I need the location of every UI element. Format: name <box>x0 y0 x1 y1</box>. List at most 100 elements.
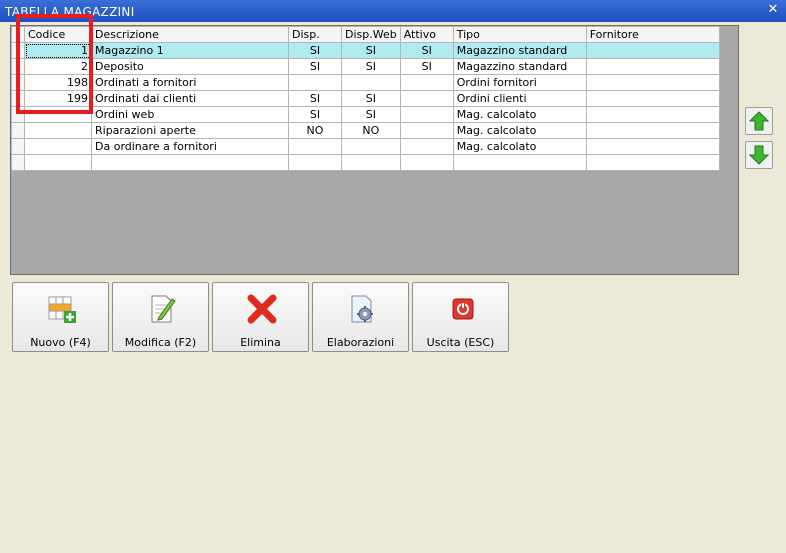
arrow-down-icon <box>749 145 769 165</box>
cell-fornitore[interactable] <box>585 74 720 91</box>
table-row-new[interactable] <box>11 154 720 171</box>
cell-disp-web[interactable]: SI <box>341 106 401 123</box>
cell-codice[interactable] <box>24 122 92 139</box>
cell-attivo[interactable] <box>399 122 454 139</box>
cell-attivo[interactable] <box>399 138 454 155</box>
delete-button-label: Elimina <box>240 336 281 349</box>
cell-fornitore[interactable] <box>585 90 720 107</box>
move-down-button[interactable] <box>745 141 773 169</box>
cell-disp[interactable] <box>288 74 342 91</box>
cell-attivo[interactable]: SI <box>399 42 454 59</box>
cell-fornitore[interactable] <box>585 154 720 171</box>
cell-tipo[interactable]: Magazzino standard <box>452 42 587 59</box>
cell-tipo[interactable]: Ordini clienti <box>452 90 587 107</box>
row-indicator[interactable] <box>11 154 25 171</box>
cell-disp-web[interactable]: SI <box>341 58 401 75</box>
cell-disp[interactable]: SI <box>288 90 342 107</box>
row-indicator[interactable] <box>11 106 25 123</box>
cell-disp-web[interactable] <box>341 138 401 155</box>
edit-button-label: Modifica (F2) <box>124 336 197 349</box>
edit-button[interactable]: Modifica (F2) <box>112 282 209 352</box>
table-row[interactable]: 199 Ordinati dai clienti SI SI Ordini cl… <box>11 90 720 107</box>
cell-descrizione[interactable]: Deposito <box>91 58 289 75</box>
edit-document-icon <box>151 295 176 323</box>
cell-disp-web[interactable]: SI <box>341 42 401 59</box>
new-button[interactable]: Nuovo (F4) <box>12 282 109 352</box>
table-row[interactable]: Da ordinare a fornitori Mag. calcolato <box>11 138 720 155</box>
window-title: TABELLA MAGAZZINI <box>5 5 135 19</box>
table-row[interactable]: Ordini web SI SI Mag. calcolato <box>11 106 720 123</box>
warehouse-grid-area: Codice Descrizione Disp. Disp.Web Attivo… <box>10 25 739 275</box>
cell-codice[interactable] <box>24 154 92 171</box>
table-row[interactable]: 1 Magazzino 1 SI SI SI Magazzino standar… <box>11 42 720 59</box>
cell-disp-web[interactable] <box>341 154 401 171</box>
cell-attivo[interactable] <box>399 106 454 123</box>
close-icon[interactable]: ✕ <box>766 3 780 17</box>
column-header-codice[interactable]: Codice <box>24 26 92 43</box>
row-indicator[interactable] <box>11 42 25 59</box>
process-button-label: Elaborazioni <box>326 336 395 349</box>
delete-x-icon <box>247 294 277 324</box>
column-header-disp-web[interactable]: Disp.Web <box>341 26 401 43</box>
cell-descrizione[interactable]: Riparazioni aperte <box>91 122 289 139</box>
cell-disp[interactable]: SI <box>288 42 342 59</box>
column-header-tipo[interactable]: Tipo <box>452 26 587 43</box>
row-indicator[interactable] <box>11 58 25 75</box>
cell-disp[interactable]: NO <box>288 122 342 139</box>
cell-tipo[interactable]: Mag. calcolato <box>452 122 587 139</box>
cell-fornitore[interactable] <box>585 42 720 59</box>
process-gear-icon <box>351 295 373 323</box>
column-header-disp[interactable]: Disp. <box>288 26 342 43</box>
cell-descrizione[interactable]: Magazzino 1 <box>91 42 289 59</box>
cell-tipo[interactable]: Mag. calcolato <box>452 138 587 155</box>
column-header-fornitore[interactable]: Fornitore <box>585 26 720 43</box>
cell-attivo[interactable] <box>399 154 454 171</box>
cell-codice[interactable]: 2 <box>24 58 92 75</box>
cell-tipo[interactable]: Magazzino standard <box>452 58 587 75</box>
header-indicator <box>11 26 25 43</box>
cell-descrizione[interactable] <box>91 154 289 171</box>
cell-fornitore[interactable] <box>585 106 720 123</box>
cell-disp[interactable]: SI <box>288 58 342 75</box>
cell-codice[interactable]: 1 <box>24 42 92 59</box>
cell-descrizione[interactable]: Ordini web <box>91 106 289 123</box>
cell-codice[interactable] <box>24 138 92 155</box>
cell-disp-web[interactable]: NO <box>341 122 401 139</box>
cell-descrizione[interactable]: Ordinati dai clienti <box>91 90 289 107</box>
cell-fornitore[interactable] <box>585 122 720 139</box>
cell-fornitore[interactable] <box>585 138 720 155</box>
table-row[interactable]: Riparazioni aperte NO NO Mag. calcolato <box>11 122 720 139</box>
table-row[interactable]: 2 Deposito SI SI SI Magazzino standard <box>11 58 720 75</box>
cell-disp-web[interactable] <box>341 74 401 91</box>
process-button[interactable]: Elaborazioni <box>312 282 409 352</box>
table-header-row: Codice Descrizione Disp. Disp.Web Attivo… <box>11 26 720 43</box>
table-row[interactable]: 198 Ordinati a fornitori Ordini fornitor… <box>11 74 720 91</box>
cell-attivo[interactable] <box>399 90 454 107</box>
move-up-button[interactable] <box>745 107 773 135</box>
column-header-attivo[interactable]: Attivo <box>399 26 454 43</box>
cell-codice[interactable]: 198 <box>24 74 92 91</box>
cell-disp-web[interactable]: SI <box>341 90 401 107</box>
cell-tipo[interactable]: Mag. calcolato <box>452 106 587 123</box>
row-indicator[interactable] <box>11 90 25 107</box>
cell-codice[interactable]: 199 <box>24 90 92 107</box>
cell-fornitore[interactable] <box>585 58 720 75</box>
row-indicator[interactable] <box>11 122 25 139</box>
cell-disp[interactable]: SI <box>288 106 342 123</box>
cell-disp[interactable] <box>288 138 342 155</box>
exit-button-label: Uscita (ESC) <box>426 336 495 349</box>
cell-descrizione[interactable]: Da ordinare a fornitori <box>91 138 289 155</box>
row-indicator[interactable] <box>11 74 25 91</box>
new-button-label: Nuovo (F4) <box>30 336 91 349</box>
cell-attivo[interactable]: SI <box>399 58 454 75</box>
row-indicator[interactable] <box>11 138 25 155</box>
cell-tipo[interactable] <box>452 154 587 171</box>
cell-tipo[interactable]: Ordini fornitori <box>452 74 587 91</box>
delete-button[interactable]: Elimina <box>212 282 309 352</box>
cell-attivo[interactable] <box>399 74 454 91</box>
cell-codice[interactable] <box>24 106 92 123</box>
cell-disp[interactable] <box>288 154 342 171</box>
column-header-descrizione[interactable]: Descrizione <box>91 26 289 43</box>
exit-button[interactable]: Uscita (ESC) <box>412 282 509 352</box>
cell-descrizione[interactable]: Ordinati a fornitori <box>91 74 289 91</box>
